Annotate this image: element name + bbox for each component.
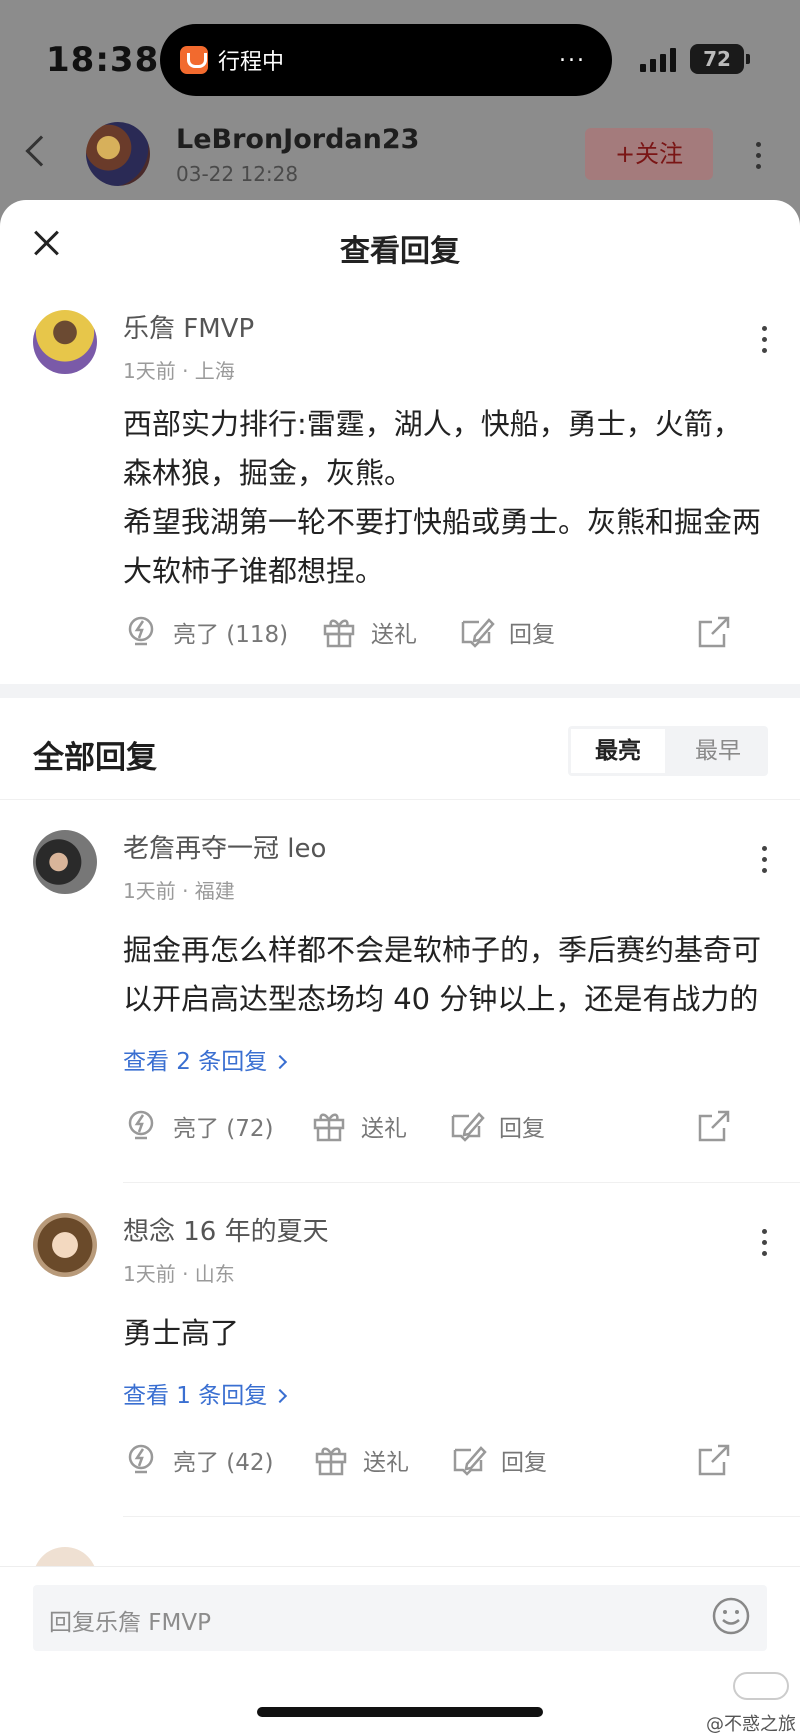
share-icon[interactable] (696, 614, 732, 650)
section-divider (0, 684, 800, 698)
dynamic-island[interactable]: 行程中 ... (160, 24, 612, 96)
reply-button[interactable]: 回复 (449, 1104, 545, 1148)
commenter-name[interactable]: 想念 16 年的夏天 (123, 1211, 764, 1248)
like-button[interactable]: 亮了 (42) (123, 1438, 274, 1482)
gift-icon (323, 619, 355, 648)
view-replies-text: 查看 2 条回复 (123, 1049, 268, 1075)
commenter-name[interactable]: 乐詹 FMVP (123, 308, 764, 345)
lightbulb-icon (128, 1110, 154, 1140)
ride-app-icon (180, 46, 208, 74)
share-icon[interactable] (696, 1108, 732, 1144)
all-replies-title: 全部回复 (33, 740, 157, 776)
comment-text: 勇士高了 (123, 1316, 240, 1350)
lightbulb-icon (128, 1444, 154, 1474)
commenter-name[interactable]: 老詹再夺一冠 leo (123, 828, 764, 865)
view-replies-text: 查看 1 条回复 (123, 1383, 268, 1409)
sort-toggle: 最亮 最早 (568, 726, 768, 776)
more-options-icon[interactable] (756, 142, 762, 175)
view-replies-link[interactable]: 查看 1 条回复 (123, 1376, 764, 1410)
comment-text-line: 希望我湖第一轮不要打快船或勇士。灰熊和掘金两大软柿子谁都想捏。 (123, 505, 762, 588)
reply-item-partial (0, 1517, 800, 1611)
reply-sheet: 查看回复 乐詹 FMVP 1天前 · 上海 西部实力排行:雷霆，湖人，快船，勇士… (0, 200, 800, 1734)
gift-icon (313, 1113, 345, 1142)
gift-label: 送礼 (371, 622, 417, 648)
reply-item: 想念 16 年的夏天 1天前 · 山东 勇士高了 查看 1 条回复 亮了 (42… (0, 1183, 800, 1498)
gift-icon (315, 1447, 347, 1476)
signal-icon (640, 48, 680, 72)
all-replies-header: 全部回复 最亮 最早 (0, 698, 800, 800)
like-button[interactable]: 亮了 (72) (123, 1104, 274, 1148)
comment-text: 掘金再怎么样都不会是软柿子的，季后赛约基奇可以开启高达型态场均 40 分钟以上，… (123, 933, 762, 1016)
sort-earliest-tab[interactable]: 最早 (668, 726, 768, 776)
comment-more-icon[interactable] (762, 326, 768, 359)
like-count: 亮了 (72) (173, 1116, 274, 1142)
reply-input-placeholder: 回复乐詹 FMVP (49, 1610, 211, 1636)
like-button[interactable]: 亮了 (118) (123, 610, 288, 654)
main-comment: 乐詹 FMVP 1天前 · 上海 西部实力排行:雷霆，湖人，快船，勇士，火箭，森… (0, 290, 800, 670)
view-replies-link[interactable]: 查看 2 条回复 (123, 1042, 764, 1076)
avatar[interactable] (33, 830, 97, 894)
comment-text: 西部实力排行:雷霆，湖人，快船，勇士，火箭，森林狼，掘金，灰熊。 希望我湖第一轮… (123, 400, 764, 596)
lightbulb-icon (128, 616, 154, 646)
chevron-right-icon (273, 1054, 288, 1070)
home-indicator[interactable] (257, 1707, 543, 1717)
island-more-icon: ... (559, 42, 586, 67)
emoji-icon[interactable] (711, 1596, 751, 1636)
edit-reply-icon (461, 618, 495, 648)
gift-button[interactable]: 送礼 (313, 1438, 409, 1482)
follow-button[interactable]: +关注 (585, 128, 713, 180)
battery-icon: 72 (690, 44, 750, 74)
reply-label: 回复 (509, 622, 555, 648)
gift-label: 送礼 (361, 1116, 407, 1142)
sort-hottest-tab[interactable]: 最亮 (571, 729, 665, 773)
watermark-logo (733, 1672, 789, 1700)
sheet-title: 查看回复 (340, 234, 460, 269)
gift-button[interactable]: 送礼 (321, 610, 417, 654)
sheet-header: 查看回复 (0, 200, 800, 290)
status-bar: 18:38 行程中 ... 72 (0, 0, 800, 120)
comment-actions: 亮了 (42) 送礼 回复 (123, 1438, 764, 1498)
comment-more-icon[interactable] (762, 846, 768, 879)
avatar[interactable] (33, 310, 97, 374)
like-count: 亮了 (118) (173, 622, 289, 648)
avatar[interactable] (33, 1213, 97, 1277)
island-status-text: 行程中 (218, 50, 285, 75)
gift-label: 送礼 (363, 1450, 409, 1476)
back-icon[interactable] (25, 135, 57, 167)
share-icon[interactable] (696, 1442, 732, 1478)
gift-button[interactable]: 送礼 (311, 1104, 407, 1148)
reply-button[interactable]: 回复 (459, 610, 555, 654)
reply-button[interactable]: 回复 (451, 1438, 547, 1482)
post-date: 03-22 12:28 (176, 162, 299, 186)
comment-actions: 亮了 (118) 送礼 回复 (123, 610, 764, 670)
author-avatar[interactable] (86, 122, 150, 186)
watermark-text: @不惑之旅 (706, 1714, 796, 1734)
comment-more-icon[interactable] (762, 1229, 768, 1262)
author-name[interactable]: LeBronJordan23 (176, 124, 419, 155)
reply-item: 老詹再夺一冠 leo 1天前 · 福建 掘金再怎么样都不会是软柿子的，季后赛约基… (0, 800, 800, 1164)
comment-meta: 1天前 · 山东 (123, 1262, 235, 1286)
reply-label: 回复 (501, 1450, 547, 1476)
like-count: 亮了 (42) (173, 1450, 274, 1476)
post-header: LeBronJordan23 03-22 12:28 +关注 (0, 110, 800, 200)
comment-meta: 1天前 · 福建 (123, 879, 235, 903)
chevron-right-icon (273, 1388, 288, 1404)
comment-text-line: 西部实力排行:雷霆，湖人，快船，勇士，火箭，森林狼，掘金，灰熊。 (123, 407, 742, 490)
reply-detail-screen: 18:38 行程中 ... 72 LeBronJordan23 03-22 12… (0, 0, 800, 1734)
edit-reply-icon (451, 1112, 485, 1142)
status-time: 18:38 (46, 40, 160, 80)
comment-meta: 1天前 · 上海 (123, 359, 235, 383)
reply-label: 回复 (499, 1116, 545, 1142)
comment-actions: 亮了 (72) 送礼 回复 (123, 1104, 764, 1164)
reply-input[interactable]: 回复乐詹 FMVP (33, 1585, 767, 1651)
edit-reply-icon (453, 1446, 487, 1476)
